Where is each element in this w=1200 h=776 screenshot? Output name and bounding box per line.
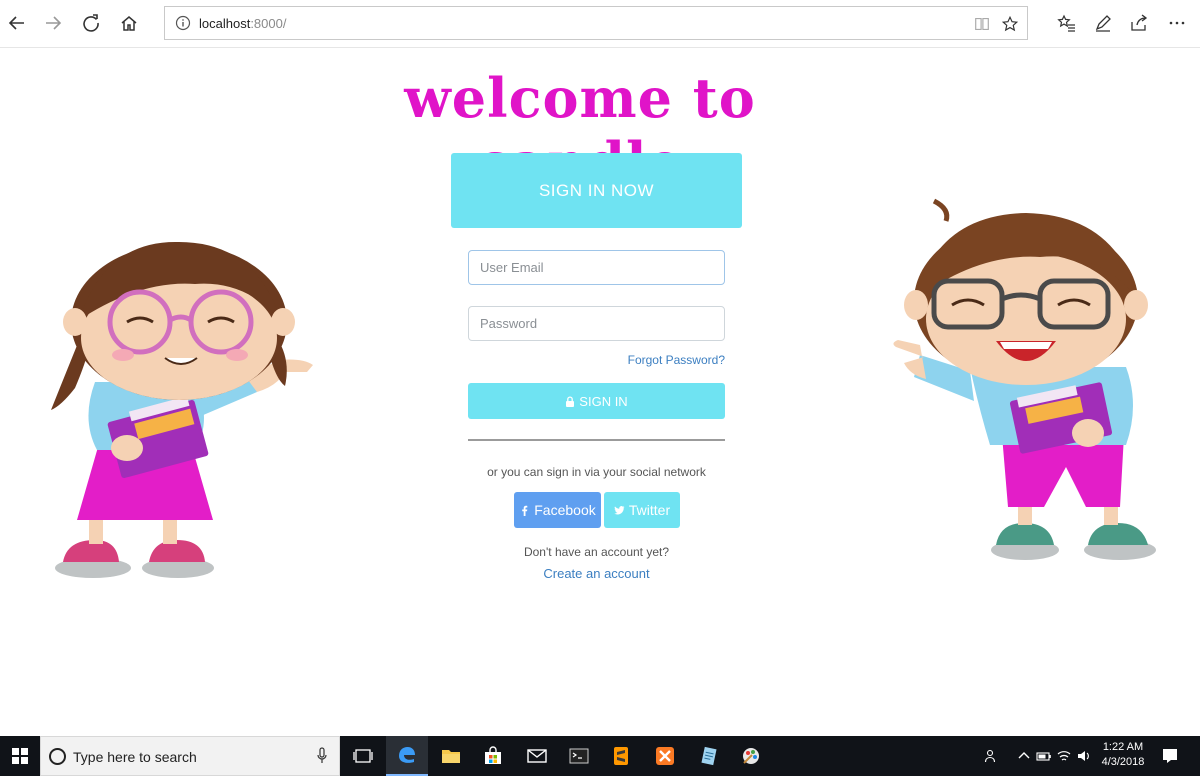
facebook-icon	[522, 505, 528, 516]
volume-icon[interactable]	[1076, 748, 1092, 764]
mail-icon[interactable]	[516, 736, 558, 776]
favorite-star-icon[interactable]	[999, 13, 1021, 35]
boy-illustration	[893, 198, 1156, 560]
home-icon[interactable]	[114, 8, 144, 38]
clock-date: 4/3/2018	[1101, 756, 1145, 768]
twitter-icon	[614, 505, 625, 514]
microphone-icon[interactable]	[317, 747, 327, 765]
network-icon[interactable]	[1056, 748, 1072, 764]
divider	[468, 439, 725, 441]
chevron-up-icon[interactable]	[1016, 748, 1032, 764]
notepad-icon[interactable]	[688, 736, 730, 776]
cortana-icon	[49, 748, 66, 765]
system-clock[interactable]: 1:22 AM 4/3/2018	[1098, 740, 1148, 770]
reading-view-icon[interactable]	[971, 13, 993, 35]
xampp-icon[interactable]	[644, 736, 686, 776]
file-explorer-icon[interactable]	[430, 736, 472, 776]
forgot-password-link[interactable]: Forgot Password?	[468, 353, 725, 367]
url-text: localhost:8000/	[199, 16, 287, 31]
no-account-text: Don't have an account yet?	[523, 545, 670, 559]
facebook-label: Facebook	[534, 502, 596, 518]
more-options-icon[interactable]	[1162, 8, 1192, 38]
lock-icon	[566, 395, 575, 407]
info-icon[interactable]	[175, 15, 191, 31]
sign-in-button[interactable]: SIGN IN	[468, 383, 725, 419]
share-icon[interactable]	[1124, 8, 1154, 38]
forward-icon[interactable]	[38, 8, 68, 38]
paint-icon[interactable]	[730, 736, 772, 776]
taskbar: Type here to search 1:22 AM 4/3/2018	[0, 736, 1200, 776]
edge-browser-icon[interactable]	[386, 736, 428, 776]
create-account-link[interactable]: Create an account	[440, 566, 753, 581]
taskbar-search-box[interactable]: Type here to search	[40, 736, 340, 776]
action-center-icon[interactable]	[1160, 746, 1180, 766]
twitter-label: Twitter	[628, 502, 671, 518]
favorites-hub-icon[interactable]	[1052, 8, 1082, 38]
taskbar-search-placeholder: Type here to search	[73, 749, 197, 765]
user-email-input[interactable]	[468, 250, 725, 285]
task-view-icon[interactable]	[342, 736, 384, 776]
web-note-icon[interactable]	[1088, 8, 1118, 38]
sign-in-banner: SIGN IN NOW	[451, 153, 742, 228]
back-icon[interactable]	[2, 8, 32, 38]
windows-start-icon[interactable]	[0, 736, 40, 776]
sign-in-label: SIGN IN	[579, 393, 628, 409]
command-prompt-icon[interactable]	[558, 736, 600, 776]
address-bar[interactable]: localhost:8000/	[164, 6, 1028, 40]
girl-illustration	[51, 241, 313, 578]
refresh-icon[interactable]	[76, 8, 106, 38]
clock-time: 1:22 AM	[1102, 741, 1144, 753]
people-icon[interactable]	[984, 748, 1000, 764]
sublime-text-icon[interactable]	[600, 736, 642, 776]
social-sign-in-text: or you can sign in via your social netwo…	[487, 465, 706, 479]
twitter-button[interactable]: Twitter	[604, 492, 680, 528]
facebook-button[interactable]: Facebook	[514, 492, 601, 528]
store-icon[interactable]	[472, 736, 514, 776]
battery-icon[interactable]	[1036, 748, 1052, 764]
password-input[interactable]	[468, 306, 725, 341]
browser-toolbar: localhost:8000/	[0, 0, 1200, 48]
